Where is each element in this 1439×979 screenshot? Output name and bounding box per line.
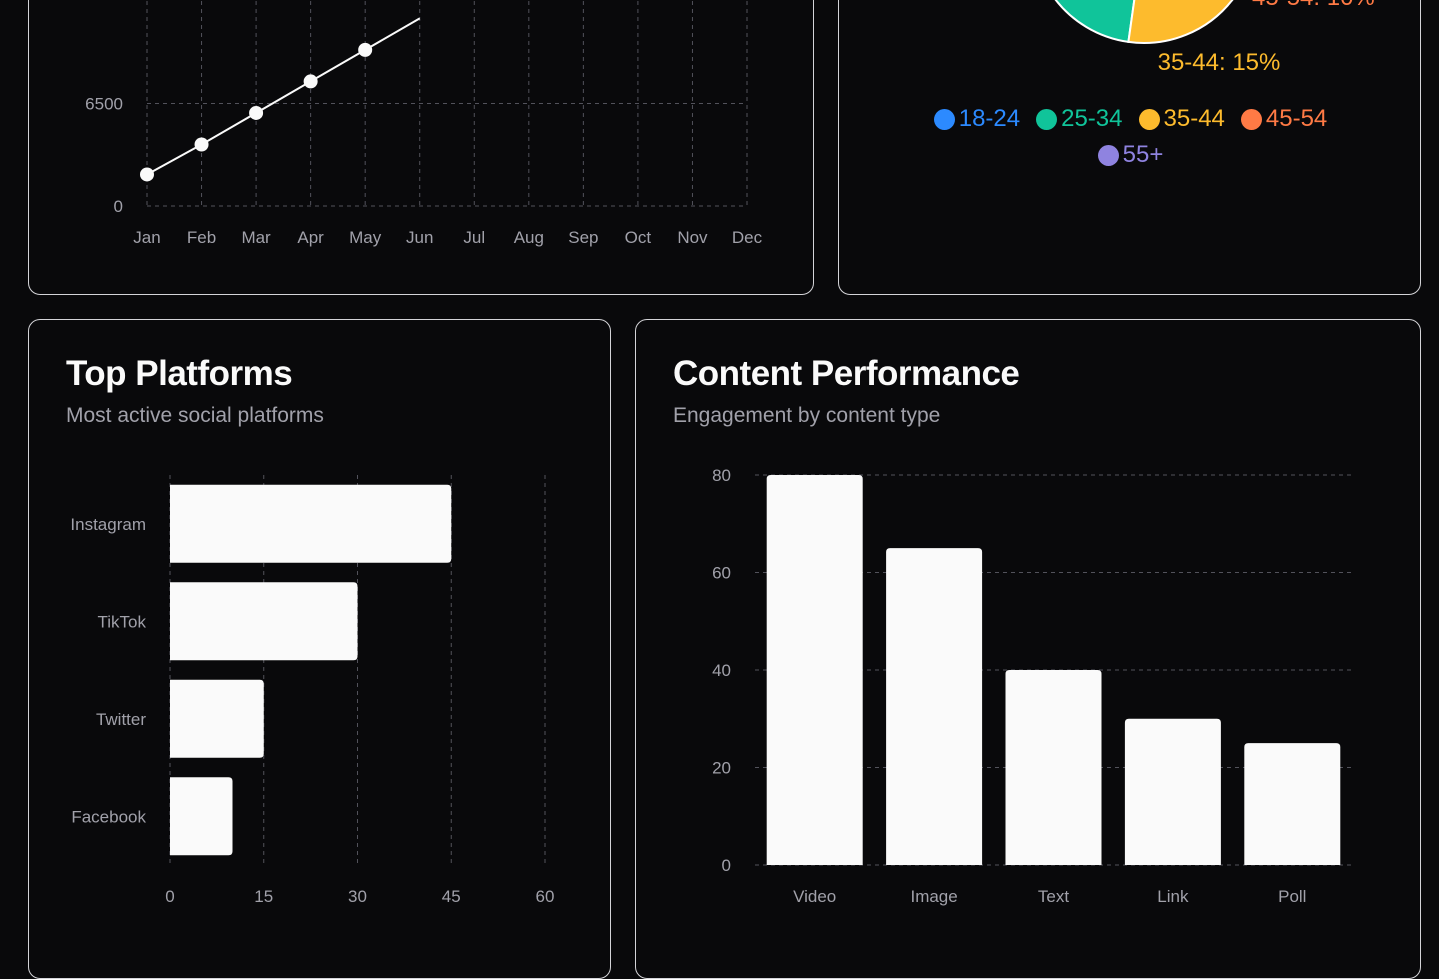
line-chart-x-tick-label: May	[349, 228, 382, 247]
age-pie-legend: 18-24 25-34 35-44 45-54 55+	[899, 105, 1362, 169]
line-chart-x-tick-label: Feb	[187, 228, 216, 247]
content-bar	[1005, 670, 1102, 865]
line-chart-series-line	[146, 17, 421, 176]
content-bar	[886, 548, 983, 865]
legend-swatch-icon	[1036, 108, 1058, 130]
platform-bar	[170, 679, 264, 758]
line-chart-data-point	[249, 105, 264, 120]
content-chart-x-tick-label: Link	[1157, 887, 1189, 906]
content-chart-x-tick-label: Text	[1038, 887, 1069, 906]
content-bar	[1124, 718, 1221, 865]
pie-legend-label: 25-34	[1061, 105, 1123, 132]
content-chart-y-tick-label: 0	[722, 856, 731, 875]
line-chart-data-point	[194, 137, 209, 152]
content-chart-x-tick-label: Video	[793, 887, 836, 906]
content-bar	[1244, 743, 1341, 865]
content-performance-card: Content Performance Engagement by conten…	[635, 319, 1421, 979]
platform-chart-y-tick-label: TikTok	[98, 612, 147, 631]
platform-chart-x-tick-label: 15	[254, 887, 273, 906]
platform-chart-x-tick-label: 45	[442, 887, 461, 906]
line-chart-y-tick-label: 6500	[85, 95, 123, 114]
pie-legend-item: 55+	[1097, 141, 1164, 169]
pie-legend-label: 35-44	[1163, 105, 1225, 132]
platform-chart-y-tick-label: Facebook	[71, 807, 146, 826]
content-bar	[766, 475, 863, 865]
top-platforms-card: Top Platforms Most active social platfor…	[28, 319, 611, 979]
pie-legend-item: 25-34	[1036, 105, 1123, 133]
pie-slice-35-44	[1127, 0, 1234, 44]
line-chart-x-tick-label: Aug	[514, 228, 544, 247]
monthly-line-chart: Jan Feb Mar Apr May Jun Jul Aug Sep Oct Nov Dec 0 650…	[85, 0, 763, 247]
platform-chart-x-tick-label: 0	[165, 887, 174, 906]
content-chart-x-tick-label: Poll	[1278, 887, 1306, 906]
platform-bar	[170, 777, 233, 856]
top-platforms-bar-chart: 0 15 30 45 60 Instagram TikTok Twitter Facebook	[70, 475, 555, 906]
content-chart-y-tick-label: 60	[712, 564, 731, 583]
monthly-line-chart-card: Jan Feb Mar Apr May Jun Jul Aug Sep Oct Nov Dec 0 650…	[28, 0, 814, 295]
platform-chart-x-tick-label: 60	[536, 887, 555, 906]
line-chart-x-tick-label: Jan	[133, 228, 160, 247]
line-chart-y-tick-label: 0	[114, 197, 123, 216]
line-chart-x-tick-label: Jul	[463, 228, 485, 247]
content-chart-y-tick-label: 80	[712, 466, 731, 485]
line-chart-x-tick-label: Dec	[732, 228, 763, 247]
line-chart-x-tick-label: Mar	[241, 228, 271, 247]
age-pie-chart-card: 45-54: 10% 35-44: 15% 18-24 25-34 35-44 45-5…	[838, 0, 1421, 295]
legend-swatch-icon	[1138, 108, 1160, 130]
content-performance-bar-chart: 0 20 40 60 80 Video Image Text Link Poll	[712, 466, 1352, 906]
platform-chart-x-tick-label: 30	[348, 887, 367, 906]
content-chart-y-tick-label: 40	[712, 661, 731, 680]
platform-bar	[170, 484, 452, 563]
content-chart-x-tick-label: Image	[910, 887, 957, 906]
platform-bar	[170, 582, 358, 661]
line-chart-x-tick-label: Apr	[297, 228, 324, 247]
legend-swatch-icon	[933, 108, 955, 130]
pie-legend-item: 45-54	[1240, 105, 1328, 133]
line-chart-x-tick-label: Jun	[406, 228, 433, 247]
legend-swatch-icon	[1240, 108, 1262, 130]
platform-chart-y-tick-label: Instagram	[70, 515, 146, 534]
pie-legend-label: 18-24	[958, 105, 1021, 132]
line-chart-x-tick-label: Oct	[625, 228, 652, 247]
line-chart-x-tick-label: Sep	[568, 228, 598, 247]
pie-data-label: 45-54: 10%	[1252, 0, 1375, 11]
content-chart-y-tick-label: 20	[712, 759, 731, 778]
line-chart-data-point	[140, 167, 154, 182]
pie-data-label: 35-44: 15%	[1158, 49, 1281, 76]
legend-swatch-icon	[1097, 144, 1119, 166]
line-chart-x-tick-label: Nov	[677, 228, 708, 247]
line-chart-data-point	[303, 74, 318, 89]
pie-legend-label: 45-54	[1265, 105, 1328, 132]
pie-legend-item: 18-24	[933, 105, 1021, 133]
pie-legend-item: 35-44	[1138, 105, 1225, 133]
line-chart-data-point	[358, 42, 373, 57]
platform-chart-y-tick-label: Twitter	[96, 710, 146, 729]
pie-legend-label: 55+	[1122, 141, 1164, 168]
